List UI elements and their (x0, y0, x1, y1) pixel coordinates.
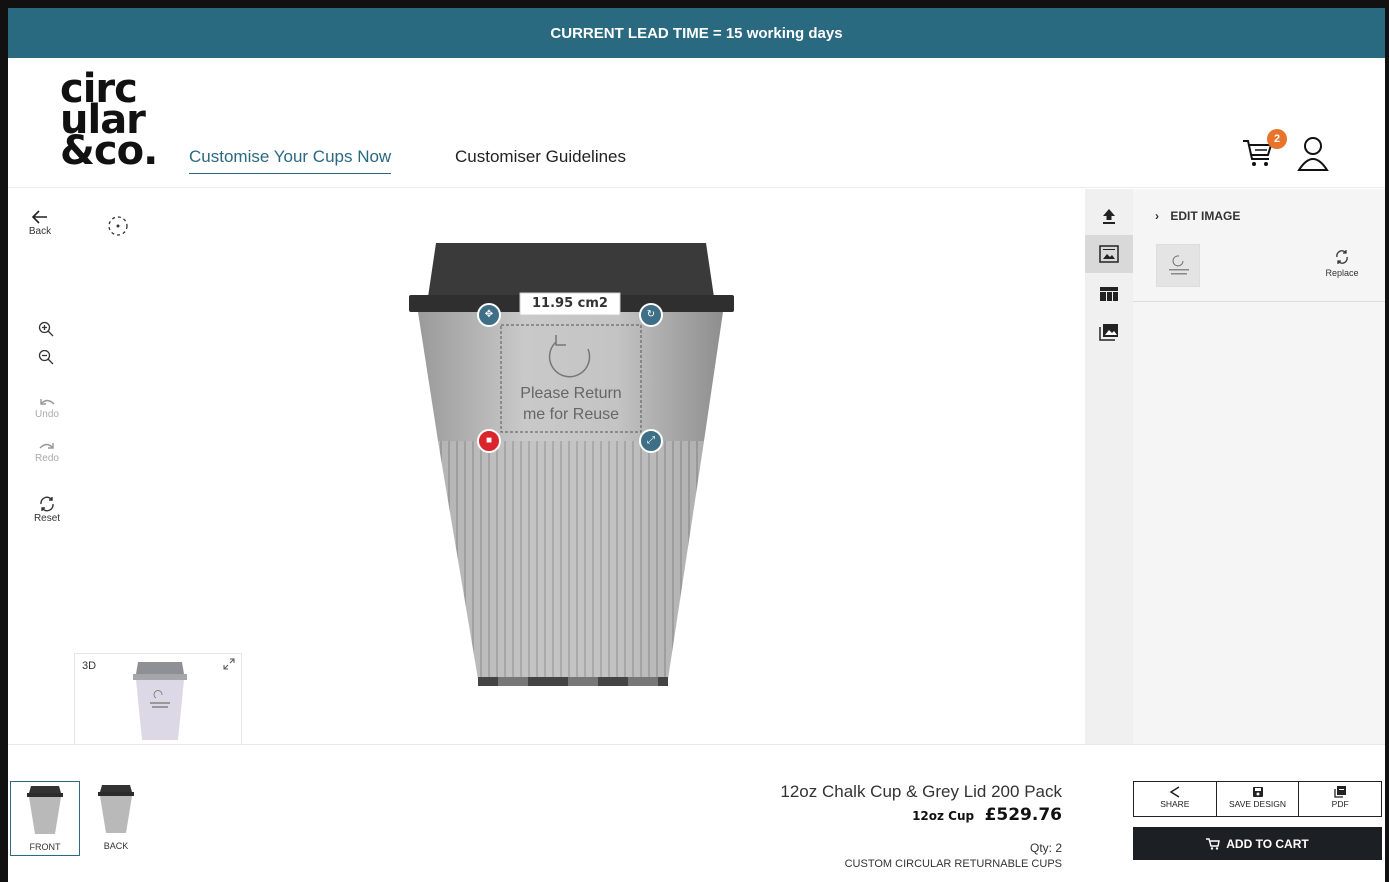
zoom-in-button[interactable] (36, 321, 56, 337)
action-buttons: SHARE SAVE DESIGN PDF (1133, 781, 1382, 817)
image-tool-button[interactable] (1085, 235, 1133, 273)
share-label: SHARE (1160, 799, 1190, 809)
lead-time-text: CURRENT LEAD TIME = 15 working days (550, 24, 843, 42)
gallery-icon (1099, 324, 1118, 341)
selected-image-thumbnail[interactable] (1156, 244, 1200, 287)
chevron-right-icon: › (1155, 209, 1159, 223)
lead-time-banner: CURRENT LEAD TIME = 15 working days (8, 8, 1385, 58)
product-name: 12oz Chalk Cup & Grey Lid 200 Pack (780, 782, 1062, 801)
save-design-label: SAVE DESIGN (1229, 799, 1286, 809)
share-icon (1169, 786, 1180, 798)
image-frame-icon (1099, 245, 1119, 263)
logo-text-2: me for Reuse (522, 406, 620, 423)
save-icon (1252, 787, 1263, 797)
back-cup-image (98, 785, 134, 833)
preview-3d-label: 3D (82, 660, 97, 672)
nav-guidelines-link[interactable]: Customiser Guidelines (455, 147, 626, 167)
side-back-thumbnail[interactable]: BACK (81, 781, 151, 856)
cart-count-badge: 2 (1267, 129, 1287, 149)
delete-handle-icon[interactable]: ■ (483, 435, 495, 447)
add-to-cart-button[interactable]: ADD TO CART (1133, 827, 1382, 860)
product-type: CUSTOM CIRCULAR RETURNABLE CUPS (844, 858, 1062, 870)
add-to-cart-label: ADD TO CART (1226, 836, 1309, 851)
edit-image-panel: › EDIT IMAGE Replace (1133, 189, 1385, 744)
undo-button[interactable]: Undo (32, 395, 62, 420)
nav-customise-link[interactable]: Customise Your Cups Now (189, 147, 392, 174)
redo-label: Redo (35, 453, 59, 464)
product-price-row: 12oz Cup £529.76 (912, 805, 1062, 825)
cart-small-icon (1206, 837, 1221, 850)
resize-handle-icon[interactable]: ⤢ (645, 435, 657, 447)
undo-label: Undo (35, 409, 59, 420)
upload-icon (1103, 209, 1115, 224)
logo-text-1: Please Return (520, 385, 622, 402)
edit-image-title: EDIT IMAGE (1170, 209, 1241, 223)
expand-icon[interactable] (223, 658, 235, 670)
back-label: Back (28, 226, 52, 237)
zoom-out-icon (38, 349, 54, 365)
thumbnail-logo-image (1169, 255, 1189, 275)
zoom-in-icon (38, 321, 54, 337)
back-button[interactable]: Back (24, 208, 56, 237)
brand-logo[interactable]: circ ular &co. (60, 69, 160, 174)
back-label: BACK (103, 841, 129, 851)
cart-button[interactable]: 2 (1241, 129, 1287, 175)
product-price: £529.76 (984, 805, 1062, 825)
bottom-bar: FRONT BACK 12oz Chalk Cup & Grey Lid 200… (8, 744, 1385, 882)
pdf-label: PDF (1331, 799, 1349, 809)
front-cup-image (27, 786, 63, 834)
replace-label: Replace (1325, 268, 1359, 278)
upload-button[interactable] (1085, 197, 1133, 235)
edit-image-header[interactable]: › EDIT IMAGE (1155, 209, 1240, 223)
layout-button[interactable] (1085, 275, 1133, 313)
front-label: FRONT (29, 842, 61, 852)
arrow-left-icon (31, 210, 47, 224)
pdf-icon (1334, 786, 1347, 798)
save-design-button[interactable]: SAVE DESIGN (1217, 782, 1300, 816)
rotate-handle-icon[interactable]: ↻ (645, 309, 657, 321)
site-header: circ ular &co. Customise Your Cups Now C… (8, 58, 1385, 188)
replace-icon (1336, 250, 1348, 264)
center-view-button[interactable] (104, 214, 132, 238)
move-handle-icon[interactable]: ✥ (483, 309, 495, 321)
product-size: 12oz Cup (912, 809, 975, 823)
panel-divider (1133, 301, 1385, 302)
preview-3d[interactable]: 3D (74, 653, 242, 745)
side-front-thumbnail[interactable]: FRONT (10, 781, 80, 856)
preview-cup-image (133, 662, 187, 740)
zoom-out-button[interactable] (36, 349, 56, 365)
undo-icon (40, 399, 55, 405)
reset-button[interactable]: Reset (31, 495, 63, 524)
redo-button[interactable]: Redo (32, 439, 62, 464)
product-quantity: Qty: 2 (1029, 841, 1062, 855)
tool-column (1085, 189, 1133, 744)
logo-line-3: &co. (60, 128, 158, 174)
center-view-icon (108, 216, 128, 236)
reset-label: Reset (33, 513, 61, 524)
replace-button[interactable]: Replace (1319, 249, 1365, 278)
share-button[interactable]: SHARE (1134, 782, 1217, 816)
dimension-label: 11.95 cm2 (532, 296, 608, 311)
reset-icon (40, 496, 54, 512)
pdf-button[interactable]: PDF (1299, 782, 1381, 816)
redo-icon (39, 443, 54, 449)
layout-icon (1100, 287, 1118, 301)
user-account-icon[interactable] (1296, 134, 1330, 174)
gallery-button[interactable] (1085, 313, 1133, 351)
